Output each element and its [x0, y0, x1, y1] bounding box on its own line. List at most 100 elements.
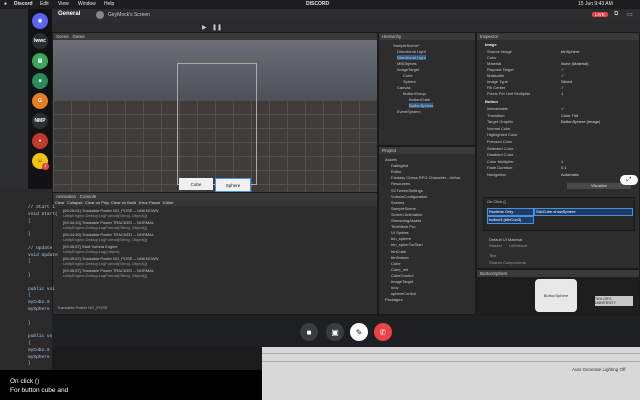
project-item[interactable]: Screen Animation — [391, 212, 422, 217]
project-item[interactable]: SampleScene — [391, 206, 416, 211]
project-item[interactable]: Assets — [385, 157, 397, 162]
project-item[interactable]: CubeControl — [391, 273, 413, 278]
code-line[interactable]: myCube.S — [28, 300, 50, 305]
tab-project[interactable]: Project — [379, 147, 475, 154]
button-field-value[interactable]: Automatic — [561, 172, 579, 177]
project-item[interactable]: sphereControl — [391, 291, 416, 296]
console-editor[interactable]: Editor — [163, 200, 173, 205]
code-line[interactable]: // Start i — [28, 205, 55, 210]
project-item[interactable]: Cube — [391, 261, 401, 266]
project-item[interactable]: Scenes — [391, 200, 404, 205]
image-field-value[interactable]: btnSphere — [561, 49, 579, 54]
game-tab[interactable]: Game — [73, 34, 85, 39]
function-dropdown[interactable]: SticCube.showSphere — [534, 208, 633, 216]
project-item[interactable]: StreamingAssets — [391, 218, 421, 223]
project-item[interactable]: Datingbot — [391, 163, 408, 168]
play-icon[interactable]: ▶ — [202, 24, 207, 31]
code-line[interactable]: { — [28, 341, 31, 346]
default-material[interactable]: Default UI Material — [489, 237, 522, 242]
menu-edit[interactable]: Edit — [40, 1, 49, 7]
server-red-icon[interactable]: ● — [32, 133, 48, 149]
fullscreen-icon[interactable]: ⤢ — [620, 175, 638, 185]
hierarchy-item[interactable]: MBObjects — [397, 61, 417, 66]
tab-console[interactable]: Console — [80, 194, 97, 199]
console-error-pause[interactable]: Error Pause — [139, 200, 160, 205]
code-line[interactable]: void Start( — [28, 212, 58, 217]
hierarchy-item[interactable]: ImageTarget — [397, 67, 419, 72]
component-button-header[interactable]: Button — [485, 99, 498, 104]
image-field-value[interactable]: 1 — [561, 91, 563, 96]
object-field[interactable]: button3 (btnCub3) — [487, 216, 534, 224]
code-line[interactable]: } — [28, 321, 31, 326]
project-item[interactable]: Inov — [391, 285, 399, 290]
button-field-value[interactable]: 1 — [561, 159, 563, 164]
image-field-value[interactable]: ✓ — [561, 85, 564, 90]
code-line[interactable]: myCube.S — [28, 348, 50, 353]
button-field-value[interactable]: ✓ — [561, 106, 564, 111]
button-field-value[interactable]: 0.1 — [561, 165, 567, 170]
code-line[interactable]: { — [28, 219, 31, 224]
button-field-value[interactable]: Color Tint — [561, 113, 578, 118]
image-field-value[interactable]: None (Material) — [561, 61, 589, 66]
project-item[interactable]: Fantasy Chess RPG Character - Arthur — [391, 175, 460, 180]
camera-icon[interactable]: ■ — [300, 323, 318, 341]
code-line[interactable]: public voi — [28, 287, 55, 292]
console-clear-on-build[interactable]: Clear on Build — [111, 200, 136, 205]
project-item[interactable]: VuforiaConfiguration — [391, 194, 427, 199]
project-item[interactable]: Packages — [385, 297, 403, 302]
console-clear[interactable]: Clear — [55, 200, 65, 205]
code-line[interactable]: } — [28, 273, 31, 278]
project-item[interactable]: Editor — [391, 169, 401, 174]
hierarchy-item[interactable]: ButtonCube — [409, 97, 430, 102]
disconnect-icon[interactable]: ✆ — [374, 323, 392, 341]
hierarchy-item[interactable]: Cube — [403, 73, 413, 78]
menu-app[interactable]: Discord — [14, 1, 33, 7]
image-field-value[interactable]: ✓ — [561, 67, 564, 72]
hierarchy-item[interactable]: Canvas — [397, 85, 411, 90]
chat-icon[interactable]: ▭ — [627, 11, 633, 18]
tab-animation[interactable]: Animation — [56, 194, 76, 199]
project-item[interactable]: SCTweenSettings — [391, 188, 423, 193]
screen-share-icon[interactable]: ▣ — [326, 323, 344, 341]
runtime-dropdown[interactable]: Runtime Only — [487, 208, 534, 216]
project-item[interactable]: Resources — [391, 181, 410, 186]
console-clear-on-play[interactable]: Clear on Play — [85, 200, 109, 205]
code-line[interactable]: // Update — [28, 246, 52, 251]
hierarchy-item[interactable]: SampleScene* — [393, 43, 419, 48]
tab-inspector[interactable]: Inspector — [477, 33, 639, 40]
image-field-value[interactable]: Sliced — [561, 79, 572, 84]
code-line[interactable]: mySphere — [28, 355, 50, 360]
menu-view[interactable]: View — [58, 1, 69, 7]
hierarchy-item[interactable]: EventSystem — [397, 109, 421, 114]
scene-tab[interactable]: Scene Game — [53, 33, 377, 40]
code-line[interactable]: void Update — [28, 253, 58, 258]
project-item[interactable]: btn_spherTorStart — [391, 242, 423, 247]
hierarchy-item-selected[interactable]: ButtonSphere — [409, 103, 434, 108]
hierarchy-item[interactable]: Directional Light — [397, 49, 426, 54]
server-chat-icon[interactable]: ▤ — [32, 53, 48, 69]
project-item[interactable]: btnSwiner — [391, 255, 409, 260]
code-line[interactable]: { — [28, 293, 31, 298]
server-orange-icon[interactable]: G — [32, 93, 48, 109]
button-field-value[interactable]: ButtonSphere (Image) — [561, 119, 600, 124]
project-item[interactable]: btnCube — [391, 249, 406, 254]
sphere-button-preview[interactable]: Sphere — [215, 178, 251, 192]
code-line[interactable]: { — [28, 259, 31, 264]
mute-icon[interactable]: ✎ — [350, 323, 368, 341]
discord-home-icon[interactable]: ◉ — [32, 13, 48, 29]
component-image-header[interactable]: Image — [485, 42, 497, 47]
apple-icon[interactable]: ● — [4, 1, 7, 7]
menu-window[interactable]: Window — [78, 1, 96, 7]
code-line[interactable]: } — [28, 232, 31, 237]
project-item[interactable]: UI Sprites — [391, 230, 409, 235]
hierarchy-item[interactable]: Sphere — [403, 79, 416, 84]
code-line[interactable]: } — [28, 361, 31, 366]
pause-icon[interactable]: ❚❚ — [212, 24, 222, 31]
code-line[interactable]: public voi — [28, 334, 55, 339]
server-green-icon[interactable]: ■ — [32, 73, 48, 89]
code-line[interactable]: mySphere — [28, 307, 50, 312]
server-nmp[interactable]: NMP — [32, 113, 48, 129]
server-lwwc[interactable]: lwwc — [32, 33, 48, 49]
project-item[interactable]: btn_sphere — [391, 236, 411, 241]
shader-value[interactable]: UI/Default — [509, 243, 527, 248]
